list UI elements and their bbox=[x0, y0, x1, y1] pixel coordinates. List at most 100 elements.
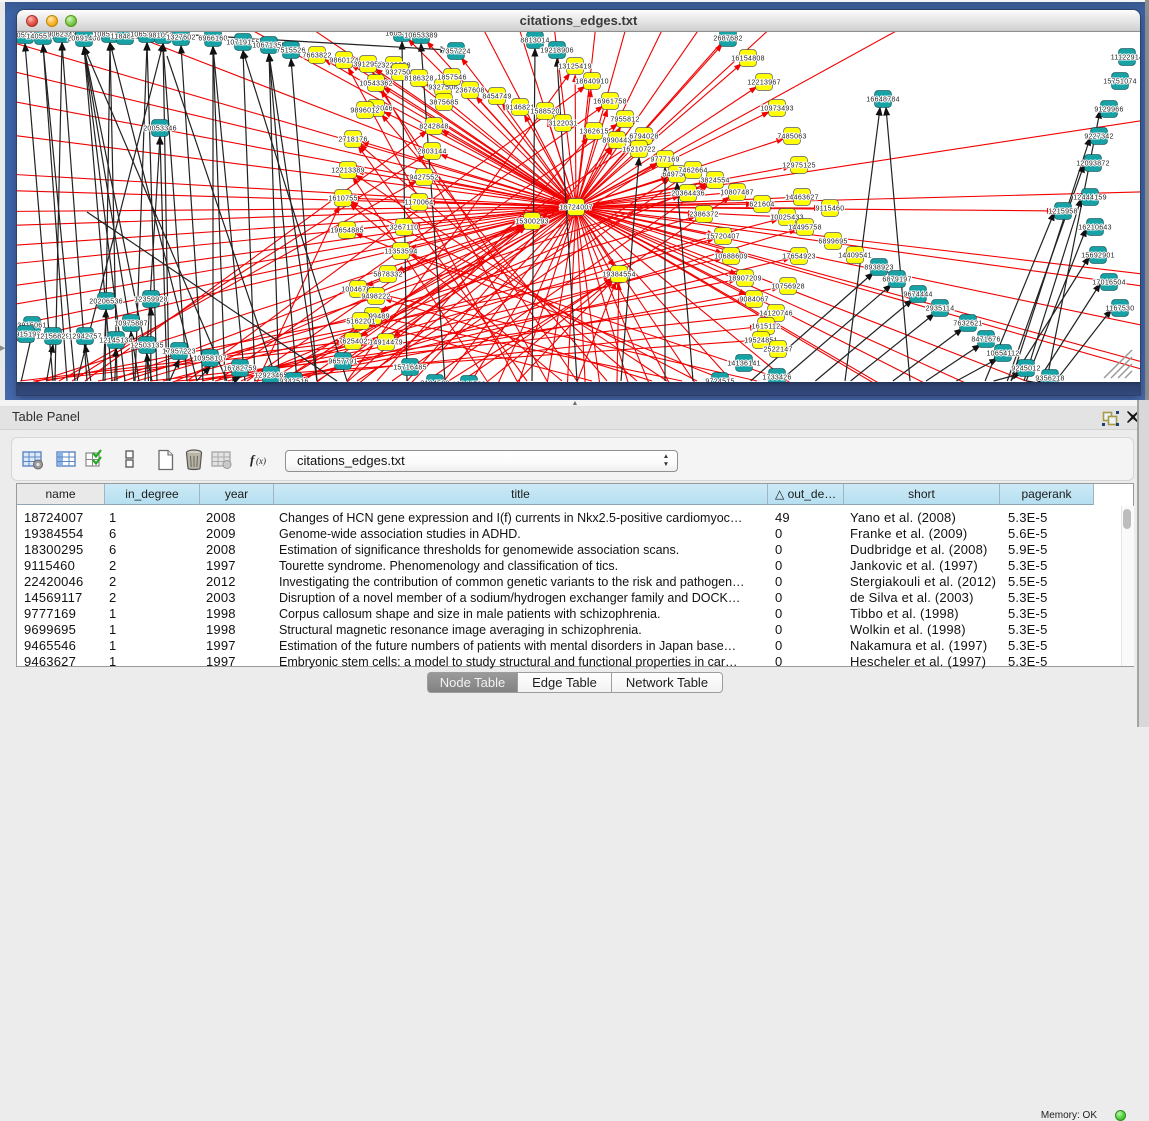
svg-text:8242848: 8242848 bbox=[419, 124, 448, 131]
svg-text:17654923: 17654923 bbox=[782, 254, 816, 261]
svg-text:17016504: 17016504 bbox=[1092, 280, 1126, 287]
svg-text:16961758: 16961758 bbox=[593, 99, 627, 106]
svg-text:2386372: 2386372 bbox=[689, 212, 718, 219]
svg-text:14409541: 14409541 bbox=[838, 253, 872, 260]
svg-text:6966160: 6966160 bbox=[198, 36, 227, 43]
svg-text:16210722: 16210722 bbox=[622, 147, 656, 154]
svg-text:6879197: 6879197 bbox=[882, 277, 911, 284]
svg-text:2522147: 2522147 bbox=[763, 347, 792, 354]
svg-text:16782759: 16782759 bbox=[223, 366, 257, 373]
svg-text:10958107: 10958107 bbox=[193, 356, 227, 363]
svg-text:9427552: 9427552 bbox=[409, 175, 438, 182]
svg-text:1615112: 1615112 bbox=[752, 324, 781, 331]
svg-text:10654112: 10654112 bbox=[986, 351, 1019, 358]
svg-text:2687682: 2687682 bbox=[713, 36, 742, 43]
svg-text:20053346: 20053346 bbox=[143, 126, 177, 133]
svg-text:14463627: 14463627 bbox=[785, 195, 819, 202]
svg-text:11353594: 11353594 bbox=[384, 249, 417, 256]
svg-text:3875685: 3875685 bbox=[429, 100, 458, 107]
svg-text:12359928: 12359928 bbox=[134, 297, 168, 304]
svg-text:16154808: 16154808 bbox=[731, 56, 765, 63]
svg-text:9115460: 9115460 bbox=[816, 206, 845, 213]
svg-text:5162201: 5162201 bbox=[346, 319, 375, 326]
svg-text:19218906: 19218906 bbox=[540, 48, 574, 55]
svg-text:9129966: 9129966 bbox=[1094, 107, 1123, 114]
svg-text:11122914: 11122914 bbox=[1111, 55, 1140, 62]
svg-text:9498222: 9498222 bbox=[361, 294, 390, 301]
svg-text:1170064: 1170064 bbox=[405, 200, 434, 207]
svg-text:15751074: 15751074 bbox=[1103, 79, 1137, 86]
svg-text:1362615: 1362615 bbox=[579, 129, 608, 136]
svg-text:7485063: 7485063 bbox=[777, 134, 806, 141]
svg-text:19384554: 19384554 bbox=[602, 272, 636, 279]
svg-text:10756928: 10756928 bbox=[771, 284, 805, 291]
svg-text:15720407: 15720407 bbox=[706, 234, 740, 241]
svg-text:9227342: 9227342 bbox=[1084, 134, 1113, 141]
svg-text:14914479: 14914479 bbox=[369, 340, 403, 347]
svg-text:1733426: 1733426 bbox=[762, 375, 791, 382]
svg-text:9777169: 9777169 bbox=[650, 157, 679, 164]
svg-text:2935114: 2935114 bbox=[926, 306, 955, 313]
svg-text:14120746: 14120746 bbox=[759, 311, 793, 318]
svg-text:(x): (x) bbox=[256, 456, 266, 466]
svg-text:8186328: 8186328 bbox=[404, 76, 433, 83]
svg-text:5878332: 5878332 bbox=[373, 272, 402, 279]
svg-text:12942757: 12942757 bbox=[68, 334, 102, 341]
svg-text:12213389: 12213389 bbox=[331, 168, 365, 175]
svg-text:18724007: 18724007 bbox=[559, 205, 593, 212]
svg-text:8990443: 8990443 bbox=[602, 138, 631, 145]
svg-text:12444159: 12444159 bbox=[1073, 195, 1107, 202]
svg-text:6899695: 6899695 bbox=[818, 239, 847, 246]
svg-text:12213967: 12213967 bbox=[747, 80, 781, 87]
svg-text:8471676: 8471676 bbox=[971, 337, 1000, 344]
svg-text:2367608: 2367608 bbox=[455, 88, 484, 95]
svg-text:14495758: 14495758 bbox=[788, 225, 822, 232]
svg-text:9674444: 9674444 bbox=[903, 292, 932, 299]
svg-text:10653389: 10653389 bbox=[404, 33, 438, 40]
svg-text:7632621: 7632621 bbox=[953, 321, 982, 328]
svg-text:12975125: 12975125 bbox=[782, 163, 816, 170]
svg-text:7625402: 7625402 bbox=[338, 339, 367, 346]
svg-text:3122031: 3122031 bbox=[548, 121, 577, 128]
svg-text:12156829: 12156829 bbox=[36, 334, 70, 341]
svg-text:8813014: 8813014 bbox=[520, 38, 549, 45]
svg-text:17957223: 17957223 bbox=[162, 349, 196, 356]
svg-text:1215958: 1215958 bbox=[1048, 209, 1077, 216]
svg-text:2718176: 2718176 bbox=[338, 137, 367, 144]
svg-text:12093872: 12093872 bbox=[1076, 161, 1110, 168]
svg-text:3267110: 3267110 bbox=[390, 225, 419, 232]
svg-text:14136141: 14136141 bbox=[727, 361, 761, 368]
svg-text:20364436: 20364436 bbox=[671, 191, 705, 198]
svg-text:13125419: 13125419 bbox=[558, 64, 592, 71]
svg-text:16210643: 16210643 bbox=[1078, 225, 1112, 232]
svg-text:7955812: 7955812 bbox=[610, 117, 639, 124]
svg-text:12145134: 12145134 bbox=[99, 338, 133, 345]
svg-text:7515526: 7515526 bbox=[276, 48, 305, 55]
svg-text:18907209: 18907209 bbox=[728, 276, 762, 283]
svg-text:1588520: 1588520 bbox=[530, 109, 559, 116]
svg-text:2803144: 2803144 bbox=[417, 149, 446, 156]
svg-text:7357224: 7357224 bbox=[441, 49, 470, 56]
svg-text:621604: 621604 bbox=[749, 202, 774, 209]
svg-text:12503135: 12503135 bbox=[130, 343, 164, 350]
svg-text:9245012: 9245012 bbox=[1011, 366, 1040, 373]
svg-text:1610755: 1610755 bbox=[328, 196, 357, 203]
svg-text:10688609: 10688609 bbox=[714, 254, 748, 261]
svg-text:3824554: 3824554 bbox=[700, 178, 729, 185]
svg-text:9084067: 9084067 bbox=[739, 297, 768, 304]
svg-text:10973493: 10973493 bbox=[760, 106, 794, 113]
svg-text:9657791: 9657791 bbox=[328, 359, 357, 366]
svg-text:7663822: 7663822 bbox=[302, 53, 331, 60]
svg-text:19654885: 19654885 bbox=[330, 228, 364, 235]
svg-text:1167530: 1167530 bbox=[1106, 306, 1135, 313]
svg-text:10807487: 10807487 bbox=[720, 190, 754, 197]
svg-text:10975887: 10975887 bbox=[114, 321, 148, 328]
svg-text:9896012: 9896012 bbox=[350, 108, 379, 115]
svg-text:16648784: 16648784 bbox=[866, 97, 900, 104]
svg-text:18640910: 18640910 bbox=[575, 79, 609, 86]
svg-text:20206536: 20206536 bbox=[89, 299, 123, 306]
svg-text:7462664: 7462664 bbox=[678, 168, 707, 175]
svg-text:1857546: 1857546 bbox=[437, 75, 466, 82]
svg-text:10543362: 10543362 bbox=[359, 81, 393, 88]
svg-text:8938923: 8938923 bbox=[864, 265, 893, 272]
